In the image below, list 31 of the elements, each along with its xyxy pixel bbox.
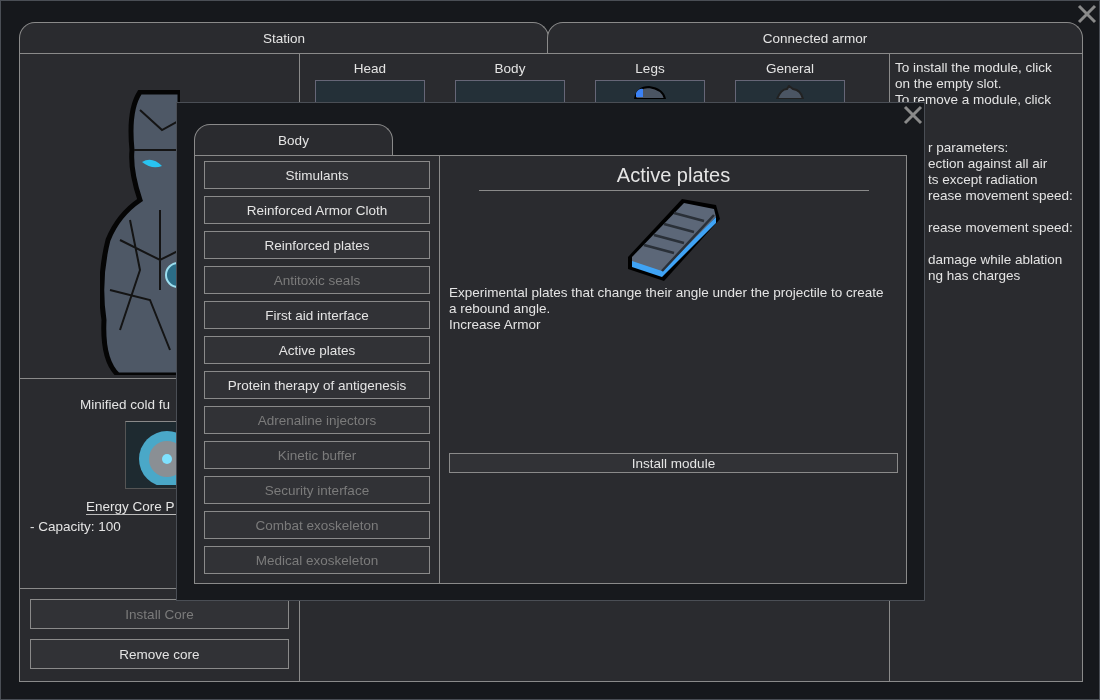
- hint-text: on the empty slot.: [895, 76, 1003, 92]
- hint-text: ng has charges: [928, 268, 1022, 284]
- module-list-item[interactable]: Active plates: [204, 336, 430, 364]
- remove-core-button[interactable]: Remove core: [30, 639, 289, 669]
- hint-text: r parameters:: [928, 140, 1010, 156]
- hint-text: ts except radiation: [928, 172, 1039, 188]
- module-description: Experimental plates that change their angle under the projectile to create a rebound angle.: [449, 285, 885, 317]
- module-list-item[interactable]: Stimulants: [204, 161, 430, 189]
- module-title: Active plates: [478, 164, 869, 191]
- close-icon[interactable]: [1077, 4, 1097, 24]
- slot-label: General: [766, 61, 814, 76]
- close-icon[interactable]: [903, 105, 923, 125]
- armor-item-icon: [633, 85, 667, 99]
- hint-text: ection against all air: [928, 156, 1049, 172]
- hint-text: rease movement speed:: [928, 188, 1074, 204]
- module-list-item[interactable]: Reinforced plates: [204, 231, 430, 259]
- slot-label: Body: [494, 61, 526, 76]
- module-list-item[interactable]: Protein therapy of antigenesis: [204, 371, 430, 399]
- hint-text: rease movement speed:: [928, 220, 1074, 236]
- core-name: Minified cold fu: [80, 397, 171, 414]
- slot-label: Legs: [635, 61, 665, 76]
- hint-text: To install the module, click: [895, 60, 1053, 76]
- hint-text: damage while ablation: [928, 252, 1064, 268]
- install-module-button[interactable]: Install module: [449, 453, 898, 473]
- armor-item-icon: [775, 85, 805, 99]
- slot-label: Head: [353, 61, 387, 76]
- module-effect: Increase Armor: [449, 317, 542, 333]
- core-stats: - Capacity: 100: [30, 519, 121, 534]
- module-list-item[interactable]: First aid interface: [204, 301, 430, 329]
- module-list-item[interactable]: Reinforced Armor Cloth: [204, 196, 430, 224]
- core-slot[interactable]: [125, 421, 177, 489]
